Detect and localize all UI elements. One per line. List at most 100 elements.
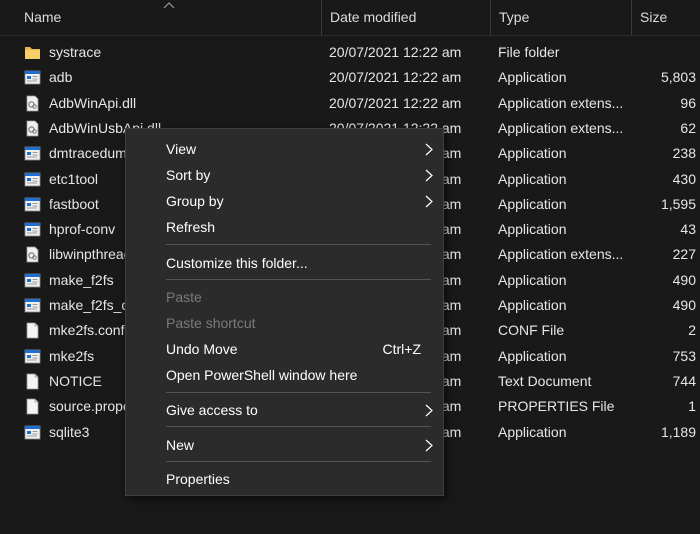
column-type-label: Type xyxy=(499,9,530,25)
sort-ascending-icon xyxy=(163,2,175,9)
menu-item-properties[interactable]: Properties xyxy=(126,466,443,492)
file-name: adb xyxy=(49,69,73,86)
file-type: Application extens... xyxy=(498,119,624,136)
file-row[interactable]: adb 20/07/2021 12:22 am Application 5,803 xyxy=(0,65,700,90)
file-size: 753 xyxy=(672,347,696,364)
file-type: Application xyxy=(498,170,567,187)
file-name: mke2fs.conf xyxy=(49,322,125,339)
file-size: 490 xyxy=(672,297,696,313)
file-type: Application xyxy=(498,347,567,364)
menu-item-label: Open PowerShell window here xyxy=(166,367,358,383)
menu-separator xyxy=(166,392,431,393)
menu-item-customize-folder[interactable]: Customize this folder... xyxy=(126,250,443,276)
file-type: File folder xyxy=(498,44,560,60)
file-size: 744 xyxy=(672,372,696,389)
column-header: Name Date modified Type Size xyxy=(0,0,700,36)
file-type: Application xyxy=(498,145,567,162)
application-icon xyxy=(24,69,41,86)
chevron-right-icon xyxy=(425,439,433,452)
file-row[interactable]: AdbWinApi.dll 20/07/2021 12:22 am Applicat… xyxy=(0,91,700,116)
menu-item-give-access[interactable]: Give access to xyxy=(126,397,443,423)
file-name: dmtracedump xyxy=(49,145,135,162)
file-size: 2 xyxy=(688,322,696,339)
file-type: Application xyxy=(498,297,567,313)
file-type: Application xyxy=(498,69,567,86)
menu-item-label: Paste xyxy=(166,289,202,305)
file-type: Application extens... xyxy=(498,94,624,111)
file-name: AdbWinApi.dll xyxy=(49,94,137,111)
document-icon xyxy=(24,322,41,339)
menu-item-label: Give access to xyxy=(166,402,258,418)
column-date-modified[interactable]: Date modified xyxy=(321,0,491,35)
file-date-modified: 20/07/2021 12:22 am xyxy=(329,94,462,111)
file-type: Text Document xyxy=(498,372,592,389)
chevron-right-icon xyxy=(425,143,433,156)
menu-item-new[interactable]: New xyxy=(126,432,443,458)
menu-item-paste-shortcut: Paste shortcut xyxy=(126,310,443,336)
chevron-right-icon xyxy=(425,169,433,182)
file-size: 96 xyxy=(680,94,696,111)
menu-separator xyxy=(166,426,431,427)
file-name: systrace xyxy=(49,44,102,60)
chevron-right-icon xyxy=(425,404,433,417)
file-type: Application xyxy=(498,423,567,440)
menu-item-label: Refresh xyxy=(166,219,216,235)
menu-separator xyxy=(166,244,431,245)
file-type: CONF File xyxy=(498,322,565,339)
file-name: fastboot xyxy=(49,195,99,212)
file-size: 43 xyxy=(680,221,696,238)
file-size: 1 xyxy=(688,398,696,415)
file-type: Application xyxy=(498,271,567,288)
menu-item-label: Undo Move xyxy=(166,341,238,357)
file-size: 1,189 xyxy=(660,423,696,440)
menu-item-refresh[interactable]: Refresh xyxy=(126,214,443,240)
file-size: 62 xyxy=(680,119,696,136)
folder-icon xyxy=(24,44,41,61)
menu-item-shortcut: Ctrl+Z xyxy=(382,341,422,357)
menu-item-label: Sort by xyxy=(166,167,211,183)
application-icon xyxy=(24,348,41,365)
menu-item-undo-move[interactable]: Undo Move Ctrl+Z xyxy=(126,336,443,362)
menu-item-paste: Paste xyxy=(126,284,443,310)
application-icon xyxy=(24,272,41,289)
menu-item-group-by[interactable]: Group by xyxy=(126,188,443,214)
file-name: make_f2fs xyxy=(49,271,114,288)
file-date-modified: 20/07/2021 12:22 am xyxy=(329,44,462,60)
chevron-right-icon xyxy=(425,195,433,208)
file-name: sqlite3 xyxy=(49,423,90,440)
file-size: 238 xyxy=(672,145,696,162)
column-size[interactable]: Size xyxy=(631,0,700,35)
file-type: Application xyxy=(498,195,567,212)
column-name-label: Name xyxy=(24,9,62,25)
column-size-label: Size xyxy=(640,9,668,25)
file-size: 227 xyxy=(672,246,696,263)
file-type: Application xyxy=(498,221,567,238)
application-icon xyxy=(24,171,41,188)
document-icon xyxy=(24,398,41,415)
menu-separator xyxy=(166,279,431,280)
application-icon xyxy=(24,196,41,213)
menu-item-label: Group by xyxy=(166,193,224,209)
file-date-modified: 20/07/2021 12:22 am xyxy=(329,69,462,86)
file-row[interactable]: systrace 20/07/2021 12:22 am File folder xyxy=(0,40,700,65)
menu-item-label: View xyxy=(166,141,197,157)
menu-item-sort-by[interactable]: Sort by xyxy=(126,162,443,188)
menu-item-label: Paste shortcut xyxy=(166,315,256,331)
application-icon xyxy=(24,424,41,441)
file-name: etc1tool xyxy=(49,170,99,187)
menu-separator xyxy=(166,461,431,462)
file-name: mke2fs xyxy=(49,347,95,364)
file-size: 430 xyxy=(672,170,696,187)
menu-item-open-powershell[interactable]: Open PowerShell window here xyxy=(126,362,443,388)
column-type[interactable]: Type xyxy=(490,0,631,35)
file-size: 490 xyxy=(672,271,696,288)
dll-icon xyxy=(24,120,41,137)
file-size: 1,595 xyxy=(660,195,696,212)
menu-item-view[interactable]: View xyxy=(126,136,443,162)
column-date-modified-label: Date modified xyxy=(330,9,417,25)
menu-item-label: Customize this folder... xyxy=(166,255,308,271)
document-icon xyxy=(24,373,41,390)
file-name: hprof-conv xyxy=(49,221,116,238)
context-menu: View Sort by Group by Refresh Customize … xyxy=(125,128,444,496)
application-icon xyxy=(24,297,41,314)
